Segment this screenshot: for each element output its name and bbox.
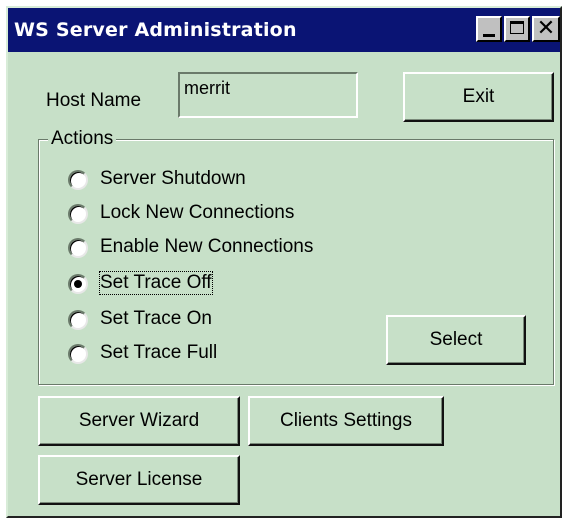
radio-button[interactable] <box>68 344 88 364</box>
radio-button[interactable] <box>68 310 88 330</box>
close-button[interactable]: ✕ <box>532 16 560 42</box>
radio-button-checked[interactable] <box>68 274 88 294</box>
maximize-button[interactable] <box>504 16 530 42</box>
clients-settings-button[interactable]: Clients Settings <box>248 396 444 446</box>
radio-label: Set Trace Off <box>99 271 213 295</box>
radio-label: Set Trace On <box>100 308 212 329</box>
title-bar[interactable]: WS Server Administration ✕ <box>8 8 560 52</box>
select-button[interactable]: Select <box>386 315 526 365</box>
radio-button[interactable] <box>68 238 88 258</box>
radio-label: Set Trace Full <box>100 342 218 363</box>
close-icon: ✕ <box>536 16 556 41</box>
maximize-icon <box>510 21 524 34</box>
minimize-button[interactable] <box>476 16 502 42</box>
radio-button[interactable] <box>68 170 88 190</box>
minimize-icon <box>483 34 495 37</box>
host-name-label: Host Name <box>46 90 142 111</box>
host-name-field[interactable]: merrit <box>178 72 358 118</box>
app-window: WS Server Administration ✕ Host Name mer… <box>6 6 562 518</box>
radio-label: Server Shutdown <box>100 168 246 189</box>
server-license-button[interactable]: Server License <box>38 455 240 505</box>
actions-group-title: Actions <box>48 128 117 150</box>
window-title: WS Server Administration <box>14 19 297 41</box>
radio-label: Enable New Connections <box>100 236 314 257</box>
radio-button[interactable] <box>68 204 88 224</box>
host-name-value: merrit <box>184 78 230 98</box>
server-wizard-button[interactable]: Server Wizard <box>38 396 240 446</box>
radio-label: Lock New Connections <box>100 202 295 223</box>
exit-button[interactable]: Exit <box>403 72 554 122</box>
